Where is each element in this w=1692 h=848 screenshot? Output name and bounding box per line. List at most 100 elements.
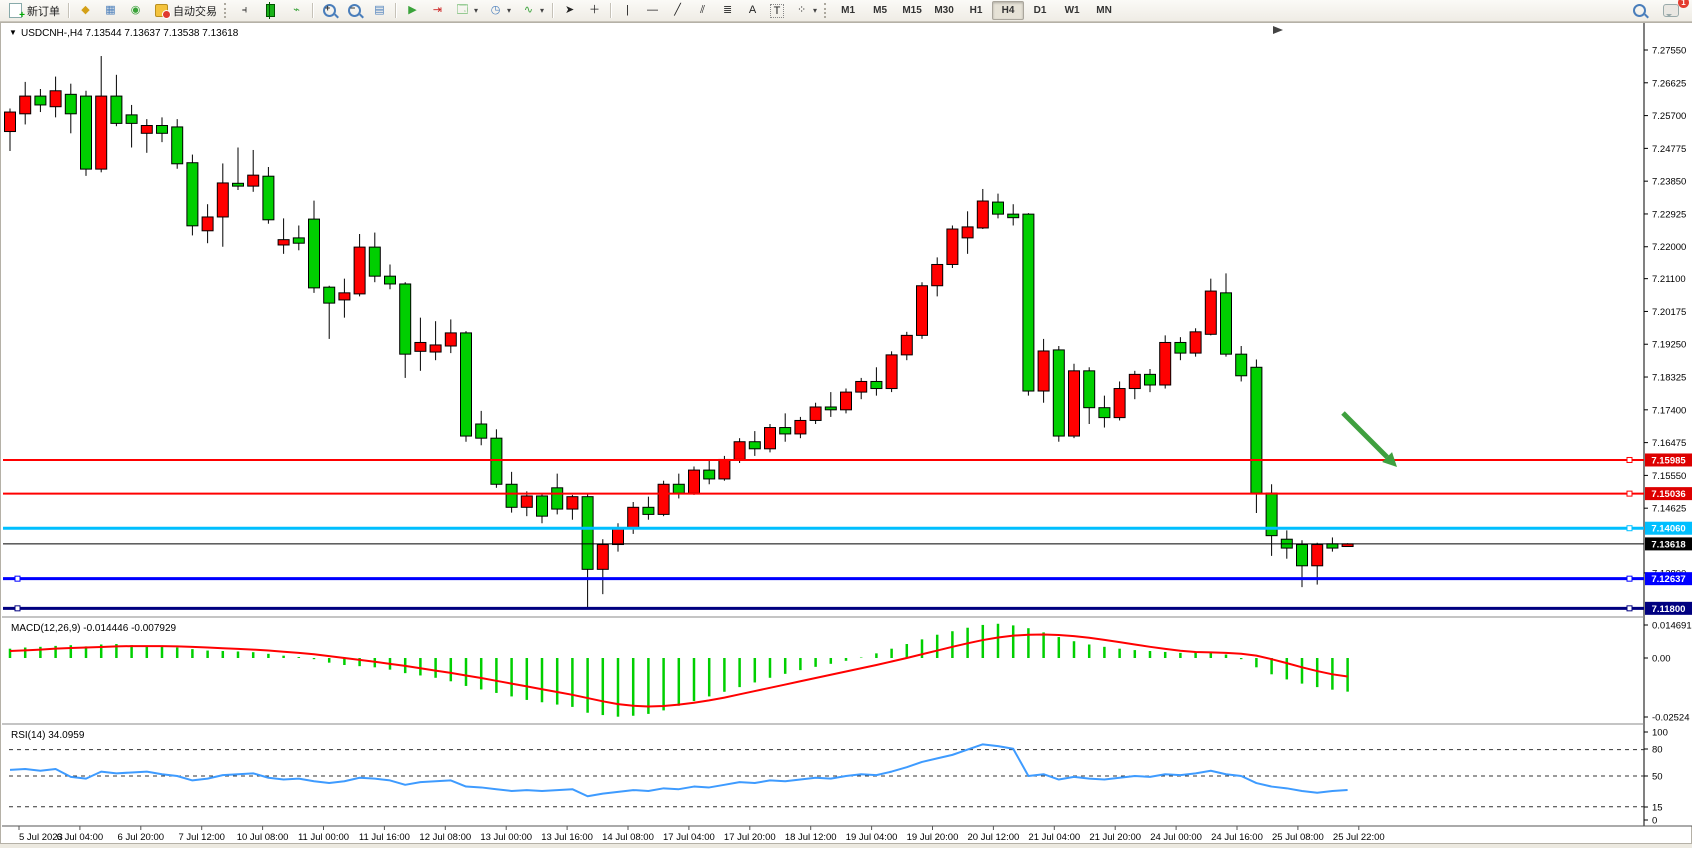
clock-icon: ◷ [488,3,503,18]
timeframe-button-m5[interactable]: M5 [864,1,896,20]
zoom-in-button[interactable]: + [317,1,342,21]
candle-body [263,176,274,220]
candle-body [841,392,852,410]
channel-icon: ⫽ [695,3,710,18]
candle-body [1221,293,1232,354]
notifications-button[interactable]: 1 [1658,1,1684,21]
candle-body [96,96,107,169]
candle-body [1129,374,1140,388]
new-chart-button[interactable]: 🗔▾ [450,1,483,21]
timeframe-button-d1[interactable]: D1 [1024,1,1056,20]
text-button[interactable]: A [740,1,765,21]
auto-scroll-button[interactable]: ▶ [400,1,425,21]
price-tick-label: 7.16475 [1652,438,1686,449]
bar-chart-icon: ⫞ [237,3,252,18]
price-tick-label: 7.18325 [1652,373,1686,384]
zoom-out-icon: − [348,4,361,17]
metaeditor-icon: ▦ [103,3,118,18]
candle-body [217,183,228,217]
candle-body [947,229,958,264]
toolbar-right-group: 1 [1627,1,1690,21]
candle-body [415,342,426,351]
candle-body [309,219,320,288]
zoom-out-button[interactable]: − [342,1,367,21]
label-icon: T [770,4,784,18]
vertical-line-icon: | [620,3,635,18]
search-icon [1633,4,1646,17]
price-tick-label: 7.22925 [1652,209,1686,220]
auto-trading-button[interactable]: 自动交易 [148,1,222,21]
chart-line-button[interactable]: ⌁ [284,1,309,21]
rsi-label: RSI(14) 34.0959 [11,730,85,741]
cursor-button[interactable]: ➤ [557,1,582,21]
candle-body [293,238,304,243]
indicators-button[interactable]: ∿▾ [516,1,549,21]
candle-body [537,496,548,516]
metaeditor-button[interactable]: ▦ [98,1,123,21]
market-watch-button[interactable]: ◆ [73,1,98,21]
rsi-tick-label: 50 [1652,772,1663,783]
line-anchor [1627,491,1632,496]
timeframe-button-m15[interactable]: M15 [896,1,928,20]
timeframe-group: M1M5M15M30H1H4D1W1MN [832,1,1120,20]
candle-body [50,91,61,107]
mt4-terminal: { "toolbar": { "new_order_label": "新订单",… [0,0,1692,848]
candle-body [339,293,350,300]
price-tick-label: 7.14625 [1652,504,1686,515]
candle-body [567,497,578,509]
horizontal-line-button[interactable]: — [640,1,665,21]
timeframe-button-m30[interactable]: M30 [928,1,960,20]
auto-trading-label: 自动交易 [173,3,217,19]
timeframe-button-h4[interactable]: H4 [992,1,1024,20]
chart-shift-button[interactable]: ⇥ [425,1,450,21]
signals-icon: ◉ [128,3,143,18]
crosshair-button[interactable]: ＋ [582,1,607,21]
candle-body [658,484,669,514]
price-tick-label: 7.24775 [1652,144,1686,155]
candle-body [126,115,137,124]
chat-bubble-icon [1663,4,1679,17]
timeframe-button-m1[interactable]: M1 [832,1,864,20]
periods-button[interactable]: ◷▾ [483,1,516,21]
new-order-icon: + [9,3,22,18]
timeframe-button-w1[interactable]: W1 [1056,1,1088,20]
candle-body [1053,350,1064,436]
candle-body [719,459,730,478]
arrows-button[interactable]: ⁘▾ [789,1,822,21]
signals-button[interactable]: ◉ [123,1,148,21]
timeframe-button-h1[interactable]: H1 [960,1,992,20]
price-tick-label: 7.22000 [1652,242,1686,253]
vertical-line-button[interactable]: | [615,1,640,21]
candle-body [795,420,806,433]
date-label: 24 Jul 16:00 [1211,832,1263,843]
chart-bars-button[interactable]: ⫞ [232,1,257,21]
candle-body [324,287,335,303]
channel-button[interactable]: ⫽ [690,1,715,21]
label-button[interactable]: T [765,1,789,21]
candle-body [233,183,244,186]
trendline-icon: ╱ [670,3,685,18]
new-chart-icon: 🗔 [455,3,470,18]
date-label: 19 Jul 20:00 [907,832,959,843]
candle-body [932,264,943,285]
candle-body [1175,342,1186,353]
trendline-button[interactable]: ╱ [665,1,690,21]
timeframe-button-mn[interactable]: MN [1088,1,1120,20]
candle-body [476,424,487,438]
macd-tick-label: -0.02524 [1652,713,1690,724]
candle-body [445,333,456,346]
chart-candles-button[interactable] [257,1,284,21]
search-button[interactable] [1627,1,1652,21]
chart-canvas[interactable]: 7.275507.266257.257007.247757.238507.229… [1,23,1692,848]
macd-tick-label: 0.014691 [1652,621,1692,632]
new-order-button[interactable]: + 新订单 [2,1,65,21]
macd-label: MACD(12,26,9) -0.014446 -0.007929 [11,623,177,634]
toolbar-handle [824,3,830,18]
candle-body [628,507,639,528]
line-anchor [1627,457,1632,462]
candle-body [521,496,532,507]
chart-window: 7.275507.266257.257007.247757.238507.229… [0,22,1692,844]
tile-windows-button[interactable]: ▤ [367,1,392,21]
toolbar-handle [224,3,230,18]
fibonacci-button[interactable]: ≣ [715,1,740,21]
